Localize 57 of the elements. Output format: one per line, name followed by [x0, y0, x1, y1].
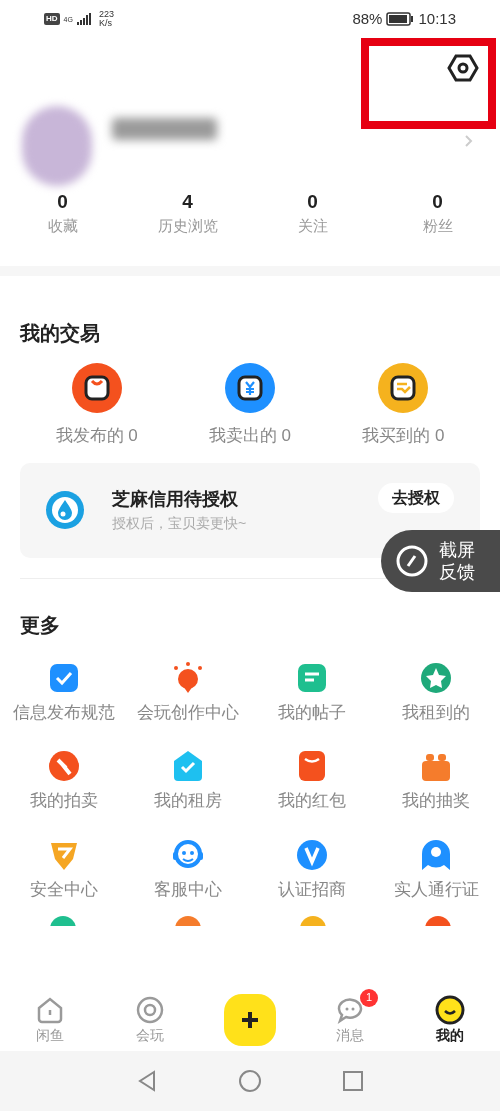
- authorize-button[interactable]: 去授权: [378, 483, 454, 513]
- menu-item[interactable]: 认证招商: [278, 877, 346, 902]
- menu-item[interactable]: 我的拍卖: [30, 788, 98, 813]
- tab[interactable]: 会玩: [135, 994, 165, 1046]
- credit-title: 芝麻信用待授权: [112, 488, 239, 511]
- settings-icon[interactable]: [447, 52, 479, 84]
- avatar[interactable]: [22, 106, 92, 186]
- menu-item[interactable]: 安全中心: [30, 877, 98, 902]
- battery-percent: 88%: [352, 8, 383, 29]
- ring-icon: [135, 994, 165, 1025]
- stat-value: 0: [307, 190, 318, 214]
- plus-icon: [239, 1009, 261, 1031]
- stat-label[interactable]: 关注: [297, 214, 328, 238]
- feedback-label: 反馈: [439, 561, 475, 583]
- menu-item[interactable]: 我租到的: [402, 699, 470, 725]
- pen-circle-icon: [395, 544, 429, 578]
- section-title: 我的交易: [20, 321, 101, 346]
- receipt-icon: [378, 363, 429, 413]
- tab[interactable]: 闲鱼: [35, 994, 65, 1046]
- credit-subtitle: 授权后，宝贝卖更快~: [112, 514, 248, 533]
- menu-item[interactable]: 会玩创作中心: [137, 699, 239, 725]
- clock: 10:13: [418, 8, 456, 29]
- menu-item[interactable]: 我的红包: [278, 788, 346, 813]
- menu-item[interactable]: 我的抽奖: [402, 788, 470, 813]
- trade-link[interactable]: 我发布的 0: [55, 423, 138, 449]
- stat-value: 4: [182, 190, 193, 214]
- stat-label[interactable]: 粉丝: [422, 214, 453, 238]
- menu-item[interactable]: 客服中心: [154, 877, 222, 902]
- hd-icon: HD: [44, 13, 60, 25]
- stat-label[interactable]: 历史浏览: [157, 214, 218, 238]
- menu-item[interactable]: 我的帖子: [278, 699, 346, 725]
- menu-item[interactable]: 实人通行证: [393, 877, 479, 902]
- menu-item[interactable]: 信息发布规范: [13, 699, 115, 725]
- yen-icon: [225, 363, 275, 413]
- smiley-icon: [435, 994, 465, 1025]
- trade-link[interactable]: 我买到的 0: [362, 423, 445, 449]
- verified-icon: [294, 837, 330, 873]
- menu-item[interactable]: 我的租房: [154, 788, 222, 813]
- drop-icon: [46, 491, 84, 529]
- feedback-float-button[interactable]: 截屏 反馈: [381, 530, 500, 592]
- battery-icon: [386, 12, 415, 26]
- unread-badge: 1: [360, 988, 378, 1007]
- recents-icon[interactable]: [342, 1070, 364, 1092]
- bag-icon: [71, 363, 122, 413]
- stat-value: 0: [432, 190, 443, 214]
- stat-value: 0: [57, 190, 68, 214]
- publish-button[interactable]: [224, 994, 276, 1046]
- trade-link[interactable]: 我卖出的 0: [208, 423, 292, 449]
- home-icon[interactable]: [238, 1069, 262, 1093]
- stat-label[interactable]: 收藏: [47, 214, 78, 238]
- tab[interactable]: 我的: [435, 994, 465, 1046]
- section-title: 更多: [20, 612, 61, 638]
- signal-icon: [76, 13, 91, 25]
- feedback-label: 截屏: [439, 539, 475, 561]
- speed-unit: K/s: [98, 19, 113, 28]
- back-icon[interactable]: [136, 1069, 158, 1093]
- network-speed: 223: [98, 10, 114, 19]
